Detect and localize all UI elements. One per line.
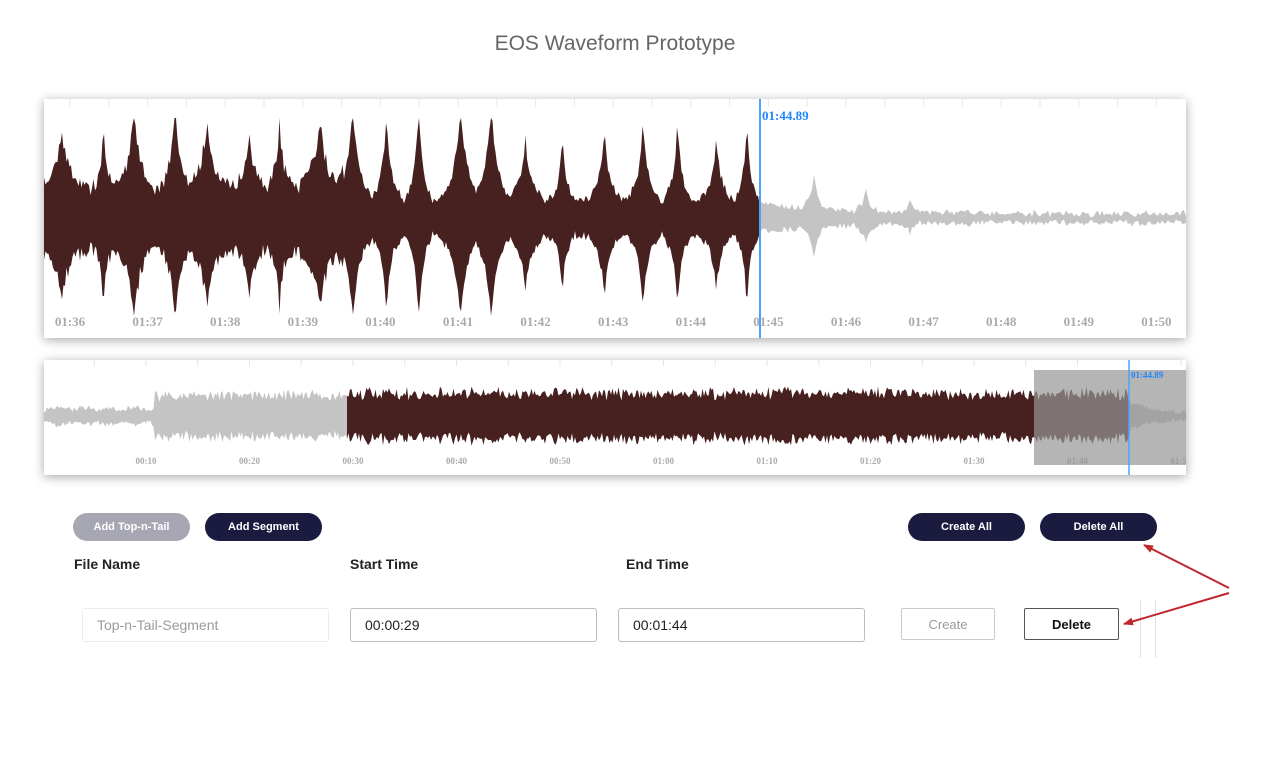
overview-visible-window[interactable] — [1034, 370, 1186, 465]
row-scrollbar[interactable] — [1140, 600, 1156, 658]
zoom-time-label: 01:48 — [986, 314, 1017, 329]
create-button[interactable]: Create — [901, 608, 995, 640]
overview-time-label: 01:10 — [757, 456, 778, 466]
zoom-time-label: 01:37 — [132, 314, 163, 329]
zoomed-waveform-view[interactable]: 01:44.89 01:36 01:37 01:38 01:39 01:40 01:41 0… — [44, 99, 1186, 338]
overview-waveform-before-segment — [44, 389, 347, 443]
zoom-time-label: 01:36 — [55, 314, 86, 329]
add-segment-button[interactable]: Add Segment — [205, 513, 322, 541]
zoom-time-label: 01:43 — [598, 314, 629, 329]
page-title: EOS Waveform Prototype — [494, 32, 736, 55]
zoom-time-label: 01:47 — [908, 314, 939, 329]
zoomed-waveform[interactable]: 01:44.89 01:36 01:37 01:38 01:39 01:40 01:41 0… — [44, 99, 1186, 338]
end-time-input[interactable] — [618, 608, 865, 642]
zoom-time-label: 01:45 — [753, 314, 784, 329]
zoom-time-label: 01:49 — [1064, 314, 1095, 329]
zoom-waveform-unplayed — [760, 174, 1186, 257]
overview-time-label: 00:40 — [446, 456, 467, 466]
zoom-playhead-time: 01:44.89 — [762, 108, 809, 123]
overview-time-label: 01:20 — [860, 456, 881, 466]
create-all-button[interactable]: Create All — [908, 513, 1025, 541]
start-time-header: Start Time — [350, 556, 419, 572]
delete-button[interactable]: Delete — [1024, 608, 1119, 640]
overview-time-label: 00:30 — [343, 456, 364, 466]
zoom-time-label: 01:44 — [676, 314, 707, 329]
overview-waveform[interactable]: 00:10 00:20 00:30 00:40 00:50 01:00 01:10 01:20… — [44, 360, 1186, 475]
zoom-time-label: 01:46 — [831, 314, 862, 329]
overview-waveform-view[interactable]: 00:10 00:20 00:30 00:40 00:50 01:00 01:10 01:20… — [44, 360, 1186, 475]
overview-waveform-segment — [347, 386, 1129, 446]
start-time-input[interactable] — [350, 608, 597, 642]
arrow-to-delete-all — [1143, 544, 1230, 589]
add-top-n-tail-button[interactable]: Add Top-n-Tail — [73, 513, 190, 541]
zoom-time-label: 01:38 — [210, 314, 241, 329]
zoom-time-label: 01:50 — [1141, 314, 1171, 329]
overview-time-label: 01:00 — [653, 456, 674, 466]
end-time-header: End Time — [626, 556, 689, 572]
file-name-input[interactable] — [82, 608, 329, 642]
zoom-time-label: 01:40 — [365, 314, 395, 329]
overview-playhead-time: 01:44.89 — [1131, 370, 1164, 380]
zoom-waveform-played — [44, 118, 760, 316]
overview-time-label: 00:20 — [239, 456, 260, 466]
zoom-time-label: 01:42 — [520, 314, 550, 329]
overview-time-label: 00:10 — [136, 456, 157, 466]
overview-time-label: 01:30 — [964, 456, 985, 466]
zoom-time-label: 01:41 — [443, 314, 473, 329]
zoom-time-label: 01:39 — [288, 314, 319, 329]
file-name-header: File Name — [74, 556, 141, 572]
delete-all-button[interactable]: Delete All — [1040, 513, 1157, 541]
overview-time-label: 00:50 — [550, 456, 571, 466]
